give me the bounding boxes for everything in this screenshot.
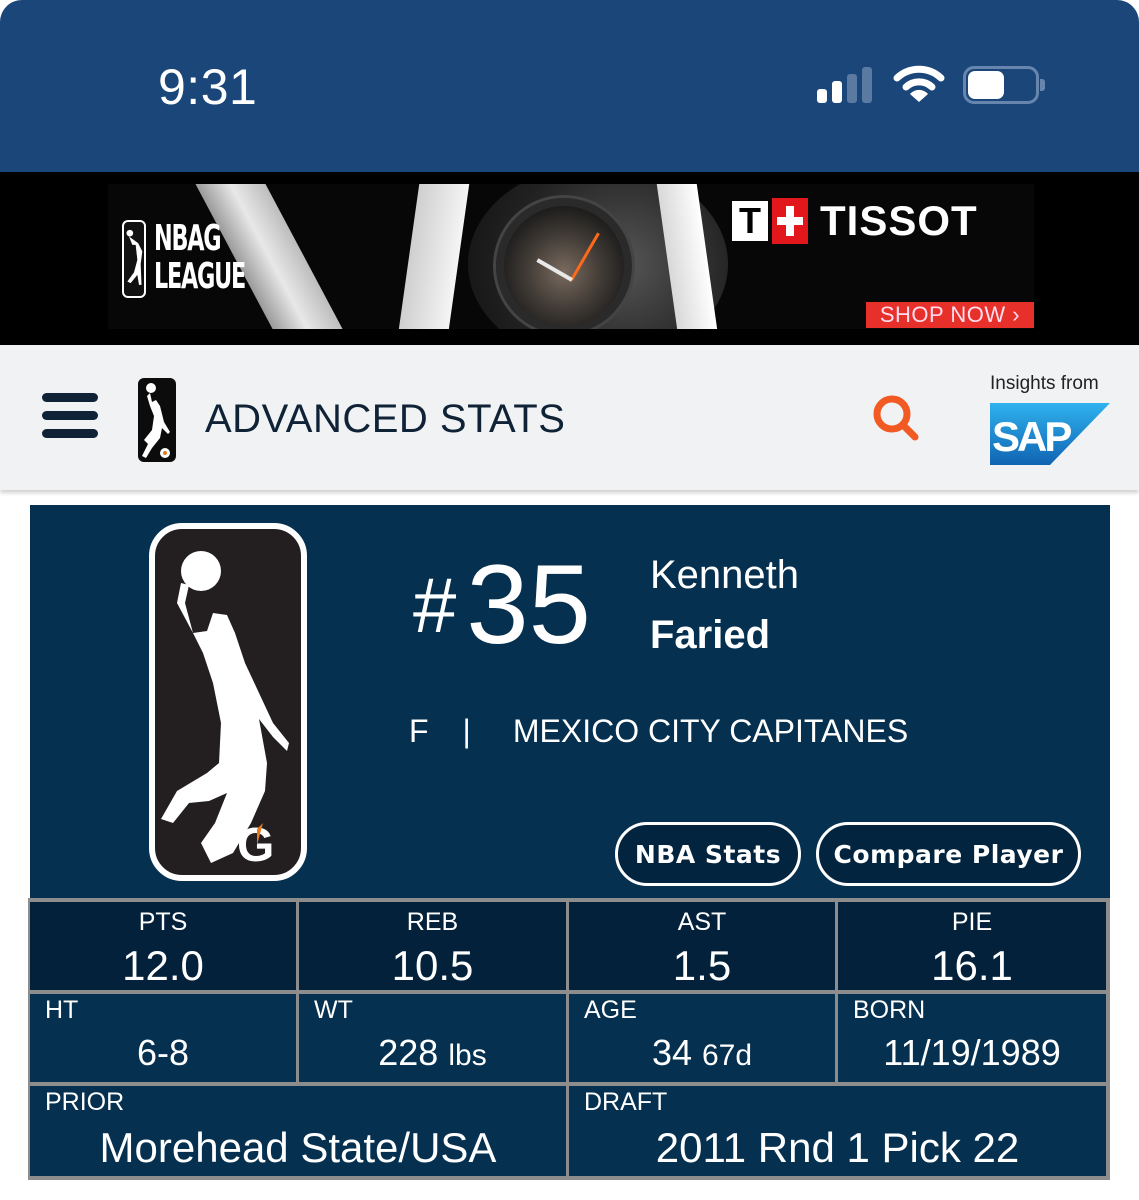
age-days: 67d [702,1039,753,1072]
page-title: ADVANCED STATS [205,397,566,441]
player-position: F [409,713,429,749]
stat-value: 10.5 [391,942,474,989]
bio-value: 11/19/1989 [883,1032,1061,1073]
wifi-icon [893,65,945,102]
player-first-name: Kenneth [650,553,800,597]
player-card: G # 35 Kenneth Faried F | MEXICO CITY CA… [30,505,1110,899]
history-cell-prior: PRIOR Morehead State/USA [30,1086,566,1176]
history-cell-draft: DRAFT 2011 Rnd 1 Pick 22 [569,1086,1106,1176]
stat-label: REB [406,908,459,936]
tissot-name: TISSOT [820,197,978,244]
stat-value: 12.0 [122,942,204,989]
compare-player-button[interactable]: Compare Player [816,822,1081,886]
stat-value: 1.5 [672,942,732,989]
ad-g-text: G [203,218,221,259]
tissot-logo: T TISSOT [732,197,978,244]
swiss-cross-icon [772,198,808,244]
tissot-t: T [732,200,768,241]
ad-league-text: LEAGUE [154,256,246,297]
separator: | [462,713,471,749]
stat-cell-pie: PIE 16.1 [838,902,1106,990]
bio-label: AGE [584,996,637,1024]
status-time: 9:31 [158,59,258,115]
jersey-number: # 35 [413,549,591,661]
ad-banner[interactable]: NBAG LEAGUE T TISSOT SHOP NOW › [0,172,1139,345]
search-icon[interactable] [870,393,926,443]
history-value: Morehead State/USA [99,1124,497,1171]
stat-label: AST [677,908,727,936]
bio-cell-age: AGE 34 67d [569,994,835,1082]
sap-logo-text: SAP [992,413,1071,460]
history-label: PRIOR [45,1088,125,1116]
g-league-badge-icon [122,220,146,298]
battery-icon [963,66,1045,104]
g-league-player-silhouette-logo: G [149,523,307,881]
svg-text:G: G [237,819,274,872]
jersey-hash: # [413,561,457,649]
bio-value: 228 lbs [378,1032,487,1073]
jersey-number-value: 35 [466,542,591,667]
stat-label: PTS [138,908,188,936]
bio-value: 6-8 [136,1032,190,1073]
hamburger-icon[interactable] [42,393,98,439]
sap-logo[interactable]: SAP [990,403,1110,465]
bio-cell-weight: WT 228 lbs [299,994,566,1082]
signal-icon [817,67,875,103]
player-last-name: Faried [650,613,771,657]
shop-now-button[interactable]: SHOP NOW › [866,302,1034,328]
stat-cell-pts: PTS 12.0 [30,902,296,990]
bio-cell-height: HT 6-8 [30,994,296,1082]
weight-unit: lbs [448,1039,487,1072]
stat-cell-ast: AST 1.5 [569,902,835,990]
stats-grid: PTS 12.0 REB 10.5 AST 1.5 PIE 16.1 HT 6-… [28,898,1110,1180]
bio-label: BORN [853,996,926,1024]
nba-g-league-ad-logo: NBAG LEAGUE [122,220,252,300]
bio-label: WT [314,996,353,1024]
bio-cell-born: BORN 11/19/1989 [838,994,1106,1082]
stat-label: PIE [951,908,993,936]
ad-nba-text: NBA [154,218,204,259]
player-team[interactable]: MEXICO CITY CAPITANES [513,713,908,750]
watch-image [496,198,632,329]
stat-cell-reb: REB 10.5 [299,902,566,990]
bio-value: 34 67d [651,1032,753,1073]
history-value: 2011 Rnd 1 Pick 22 [655,1124,1020,1171]
position-team: F | MEXICO CITY CAPITANES [409,713,908,750]
g-league-logo[interactable] [138,378,176,462]
history-label: DRAFT [584,1088,668,1116]
bio-label: HT [45,996,79,1024]
nba-stats-button[interactable]: NBA Stats [615,822,801,886]
app-header: ADVANCED STATS Insights from SAP [0,345,1139,490]
sponsor-label: Insights from [990,373,1099,394]
stat-value: 16.1 [931,942,1013,989]
status-bar: 9:31 [0,0,1139,172]
